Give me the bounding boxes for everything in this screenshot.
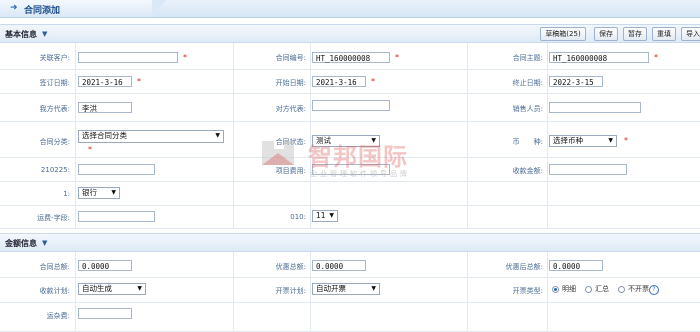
sales-label: 销售人员: [512,105,543,113]
invoice-type-radio-detail[interactable] [552,286,559,293]
our-rep-label: 我方代表: [39,105,70,113]
sign-date-label: 签订日期: [39,79,70,87]
contract-no-label: 合同编号: [275,54,306,62]
customer-label: 关联客户: [39,54,70,62]
required-mark: * [137,77,141,86]
misc-fee-input[interactable] [78,308,132,319]
freight-field-label: 运费-字段: [37,214,70,222]
import-button[interactable]: 导入 [681,27,700,41]
dropdown-arrow-icon: ▼ [329,212,334,219]
after-discount-label: 优惠后总额: [505,263,543,271]
collect-plan-select[interactable]: 自动生成 ▼ [78,283,146,295]
section-amount-info-label: 金额信息 [5,239,37,248]
field-1-label: 1: [63,190,70,198]
caret-down-icon: ▼ [42,30,48,38]
their-rep-input[interactable] [312,100,390,111]
contract-no-input[interactable]: HT_160000008 [312,52,390,63]
discount-total-input[interactable]: 0.0000 [312,260,366,271]
category-label: 合同分类: [39,138,70,146]
dropdown-arrow-icon: ▼ [371,285,376,292]
dropdown-arrow-icon: ▼ [608,137,613,144]
received-amount-input[interactable] [549,164,627,175]
watermark-subtitle: 企业管理软件领导品牌 [310,170,410,178]
freight-field-input[interactable] [78,211,155,222]
reset-button[interactable]: 重填 [652,27,676,41]
their-rep-label: 对方代表: [275,105,306,113]
invoice-plan-select[interactable]: 自动开票 ▼ [312,283,380,295]
end-date-input[interactable]: 2022-3-15 [549,76,603,87]
section-basic-info-label: 基本信息 [5,30,37,39]
required-mark: * [183,53,187,62]
brand-logo-icon [262,141,294,165]
invoice-type-label: 开票类型: [512,287,543,295]
arrow-right-icon: ➜ [10,3,18,13]
start-date-label: 开始日期: [275,79,306,87]
dropdown-arrow-icon: ▼ [215,132,220,139]
discount-total-label: 优惠总额: [275,263,306,271]
title-bar: ➜ 合同添加 [0,0,700,18]
field-210225-label: 210225: [40,166,70,174]
field-010-label: 010: [290,213,306,221]
end-date-label: 终止日期: [512,79,543,87]
field-010-select[interactable]: 11 ▼ [312,210,338,222]
required-mark: * [371,77,375,86]
invoice-type-radio-none[interactable] [618,286,625,293]
hold-button[interactable]: 暂存 [623,27,647,41]
required-mark: * [88,145,92,154]
watermark: 智邦国际 企业管理软件领导品牌 [258,135,498,190]
invoice-type-option-label: 明细 [562,285,576,293]
subject-input[interactable]: HT_160000008 [549,52,649,63]
sign-date-input[interactable]: 2021-3-16 [78,76,132,87]
dropdown-arrow-icon: ▼ [111,189,116,196]
required-mark: * [654,53,658,62]
help-icon[interactable]: ? [649,285,659,295]
customer-input[interactable] [78,52,178,63]
required-mark: * [395,53,399,62]
our-rep-input[interactable]: 李洪 [78,102,132,113]
start-date-input[interactable]: 2021-3-16 [312,76,366,87]
category-select[interactable]: 选择合同分类 ▼ [78,130,224,143]
watermark-text: 智邦国际 [308,143,408,171]
page-tab: ➜ 合同添加 [0,0,166,17]
invoice-type-radio-group: 明细 汇总 不开票 ? [552,283,692,296]
invoice-plan-label: 开票计划: [275,287,306,295]
field-210225-input[interactable] [78,164,155,175]
required-mark: * [624,136,628,145]
total-amount-label: 合同总额: [39,263,70,271]
field-1-select[interactable]: 银行 ▼ [78,187,120,199]
after-discount-input[interactable]: 0.0000 [549,260,603,271]
collect-plan-label: 收款计划: [39,287,70,295]
total-amount-input[interactable]: 0.0000 [78,260,132,271]
draft-box-button[interactable]: 草稿箱(25) [540,27,586,41]
invoice-type-option-label: 汇总 [595,285,609,293]
save-button[interactable]: 保存 [594,27,618,41]
section-amount-info[interactable]: 金额信息 ▼ [0,233,700,252]
misc-fee-label: 运杂费: [46,312,70,320]
dropdown-arrow-icon: ▼ [137,285,142,292]
currency-select[interactable]: 选择币种 ▼ [549,135,617,147]
subject-label: 合同主题: [512,54,543,62]
invoice-type-radio-summary[interactable] [585,286,592,293]
invoice-type-option-label: 不开票 [628,285,649,293]
page-title: 合同添加 [24,6,61,16]
caret-down-icon: ▼ [42,239,48,247]
sales-input[interactable] [549,102,641,113]
